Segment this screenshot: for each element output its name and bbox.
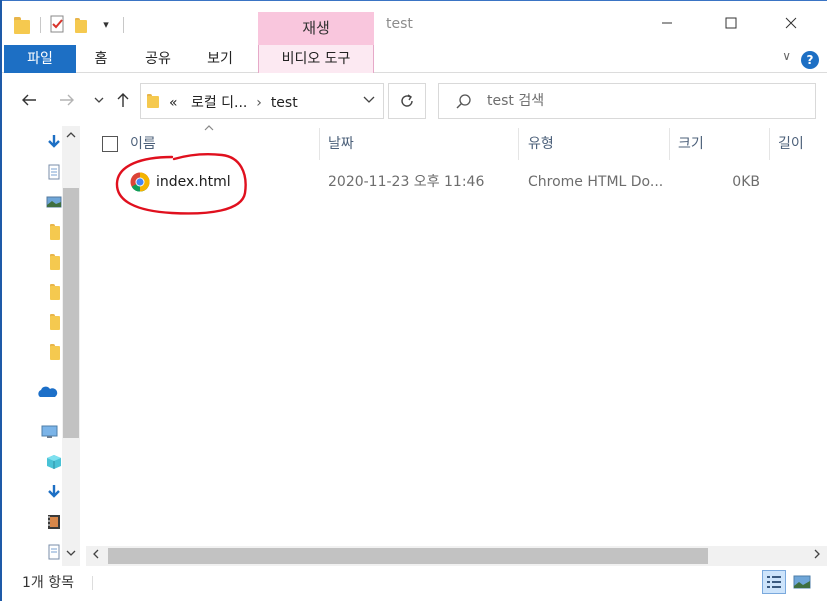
status-bar: 1개 항목	[2, 566, 827, 601]
chevron-down-icon	[66, 550, 76, 556]
scroll-down-button[interactable]	[62, 546, 80, 564]
chevron-down-icon	[94, 97, 104, 103]
document-icon[interactable]	[46, 544, 62, 560]
horizontal-scrollbar-thumb[interactable]	[108, 548, 708, 564]
file-list: 이름 날짜 유형 크기 길이 index.html 2020-11-23 오후	[86, 125, 827, 566]
chrome-icon	[130, 172, 150, 192]
breadcrumb-item-test[interactable]: test	[271, 95, 298, 111]
search-input[interactable]	[487, 91, 787, 111]
breadcrumb: « 로컬 디... › test	[169, 92, 298, 112]
details-view-button[interactable]	[762, 570, 786, 594]
quick-access-toolbar: ▾	[12, 13, 130, 37]
file-size: 0KB	[732, 174, 760, 190]
maximize-button[interactable]	[708, 1, 754, 45]
minimize-button[interactable]	[644, 1, 690, 45]
address-history-button[interactable]	[363, 94, 375, 107]
tab-view[interactable]: 보기	[198, 45, 242, 73]
address-bar[interactable]: « 로컬 디... › test	[140, 83, 384, 119]
horizontal-scrollbar[interactable]	[86, 546, 827, 566]
arrow-left-icon	[22, 94, 36, 106]
folder-icon	[147, 94, 159, 108]
column-header-size[interactable]: 크기	[678, 126, 768, 162]
download-icon[interactable]	[46, 134, 62, 150]
column-header-name[interactable]: 이름	[130, 126, 320, 162]
minimize-icon	[662, 22, 672, 24]
pictures-icon[interactable]	[46, 194, 62, 210]
this-pc-icon[interactable]	[40, 424, 60, 440]
expand-ribbon-chevron-down-icon[interactable]: ∨	[782, 49, 791, 63]
close-button[interactable]	[768, 1, 814, 45]
navigation-pane	[2, 126, 80, 566]
onedrive-cloud-icon[interactable]	[36, 384, 58, 400]
chevron-left-icon	[93, 549, 99, 559]
properties-icon[interactable]	[47, 14, 69, 36]
window-title: test	[386, 16, 413, 32]
breadcrumb-overflow[interactable]: «	[169, 95, 178, 111]
forward-button[interactable]	[54, 87, 80, 113]
column-header-type[interactable]: 유형	[528, 126, 668, 162]
close-icon	[785, 17, 797, 29]
breadcrumb-separator[interactable]: ›	[256, 95, 262, 111]
arrow-right-icon	[60, 94, 74, 106]
folder-icon[interactable]	[50, 314, 60, 330]
navigation-bar: « 로컬 디... › test	[2, 74, 827, 126]
tab-file[interactable]: 파일	[4, 45, 76, 73]
column-header-date[interactable]: 날짜	[328, 126, 518, 162]
column-header-length[interactable]: 길이	[778, 126, 827, 162]
help-icon[interactable]: ?	[801, 51, 819, 69]
column-divider[interactable]	[669, 128, 670, 160]
back-button[interactable]	[16, 87, 42, 113]
select-all-checkbox[interactable]	[102, 136, 118, 152]
search-icon	[456, 94, 471, 109]
qat-separator	[40, 17, 41, 33]
title-bar: ▾ 재생 test	[2, 1, 827, 45]
refresh-icon	[401, 94, 413, 107]
file-row[interactable]: index.html 2020-11-23 오후 11:46 Chrome HT…	[86, 164, 827, 200]
recent-locations-button[interactable]	[86, 87, 112, 113]
item-count: 1개 항목	[22, 575, 74, 591]
3d-objects-icon[interactable]	[46, 454, 62, 470]
nav-scrollbar-thumb[interactable]	[63, 188, 79, 438]
document-icon[interactable]	[46, 164, 62, 180]
details-view-icon	[767, 576, 781, 588]
customize-qat-chevron-down-icon[interactable]: ▾	[95, 14, 117, 36]
column-header-row: 이름 날짜 유형 크기 길이	[86, 125, 827, 162]
maximize-icon	[725, 17, 737, 29]
refresh-button[interactable]	[388, 83, 426, 119]
file-type: Chrome HTML Do...	[528, 174, 664, 190]
folder-icon[interactable]	[50, 254, 60, 270]
tab-share[interactable]: 공유	[136, 45, 180, 73]
new-folder-icon[interactable]	[71, 14, 93, 36]
chevron-down-icon	[363, 96, 375, 103]
folder-icon[interactable]	[12, 14, 34, 36]
large-icons-view-button[interactable]	[790, 570, 814, 594]
chevron-up-icon	[66, 132, 76, 138]
column-divider[interactable]	[518, 128, 519, 160]
context-tab-header: 재생	[258, 12, 374, 45]
download-icon[interactable]	[46, 484, 62, 500]
folder-icon[interactable]	[50, 344, 60, 360]
folder-icon[interactable]	[50, 284, 60, 300]
scroll-right-button[interactable]	[807, 546, 827, 566]
column-divider[interactable]	[769, 128, 770, 160]
breadcrumb-item-local-disk[interactable]: 로컬 디...	[191, 95, 247, 111]
search-box[interactable]	[438, 83, 816, 119]
tab-video-tools[interactable]: 비디오 도구	[258, 45, 374, 73]
chevron-right-icon	[814, 549, 820, 559]
file-name[interactable]: index.html	[156, 164, 231, 200]
status-separator	[92, 576, 93, 590]
explorer-window: ▾ 재생 test 파일 홈 공유 보기 비디오 도구 ∨ ? « 로컬 디..…	[2, 0, 827, 601]
column-divider[interactable]	[319, 128, 320, 160]
folder-icon[interactable]	[50, 224, 60, 240]
tab-home[interactable]: 홈	[84, 45, 118, 73]
scroll-up-button[interactable]	[62, 128, 80, 146]
arrow-up-icon	[117, 93, 129, 107]
file-date: 2020-11-23 오후 11:46	[328, 174, 485, 190]
qat-separator	[123, 17, 124, 33]
scroll-left-button[interactable]	[86, 546, 106, 566]
large-icons-view-icon	[793, 575, 811, 589]
up-button[interactable]	[110, 87, 136, 113]
ribbon-tabs: 파일 홈 공유 보기 비디오 도구 ∨ ?	[2, 45, 827, 73]
videos-icon[interactable]	[46, 514, 62, 530]
